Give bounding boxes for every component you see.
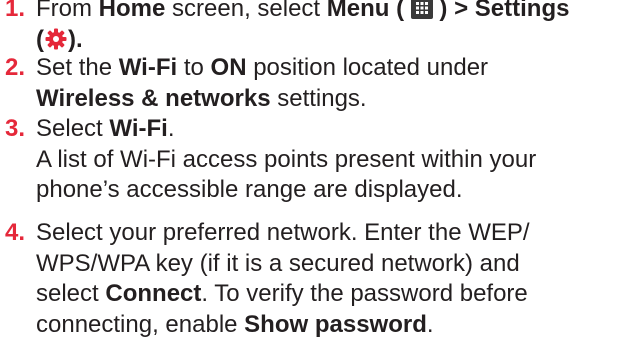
- step-3: 3. Select Wi-Fi. A list of Wi-Fi access …: [0, 114, 622, 206]
- menu-label: Menu: [326, 0, 390, 22]
- wifi-label: Wi-Fi: [109, 115, 168, 142]
- step-text: Select Wi-Fi. A list of Wi-Fi access poi…: [36, 115, 537, 203]
- instructions-page: 1. From Home screen, select Menu ( ) > S: [0, 0, 625, 342]
- step-number: 3.: [5, 115, 26, 142]
- step-2: 2. Set the Wi-Fi to ON position located …: [0, 53, 622, 114]
- gear-icon: [44, 27, 68, 51]
- step-number: 2.: [5, 54, 26, 81]
- step-number: 1.: [5, 0, 26, 22]
- wifi-label: Wi-Fi: [118, 54, 178, 81]
- show-password-label: Show password: [244, 310, 427, 338]
- step-1: 1. From Home screen, select Menu ( ) > S: [0, 0, 622, 55]
- step-text: Select your preferred network. Enter the…: [36, 219, 530, 338]
- menu-icon: [410, 0, 433, 19]
- step-text: Set the Wi-Fi to ON position located und…: [36, 54, 489, 112]
- connect-label: Connect: [105, 280, 202, 307]
- step-number: 4.: [5, 219, 26, 246]
- step-4: 4. Select your preferred network. Enter …: [0, 218, 622, 340]
- wireless-networks-label: Wireless & networks: [36, 84, 271, 112]
- on-label: ON: [210, 54, 247, 81]
- step-text: From Home screen, select Menu ( ) > Sett…: [36, 0, 622, 55]
- settings-label: Settings: [474, 0, 570, 22]
- home-label: Home: [98, 0, 166, 22]
